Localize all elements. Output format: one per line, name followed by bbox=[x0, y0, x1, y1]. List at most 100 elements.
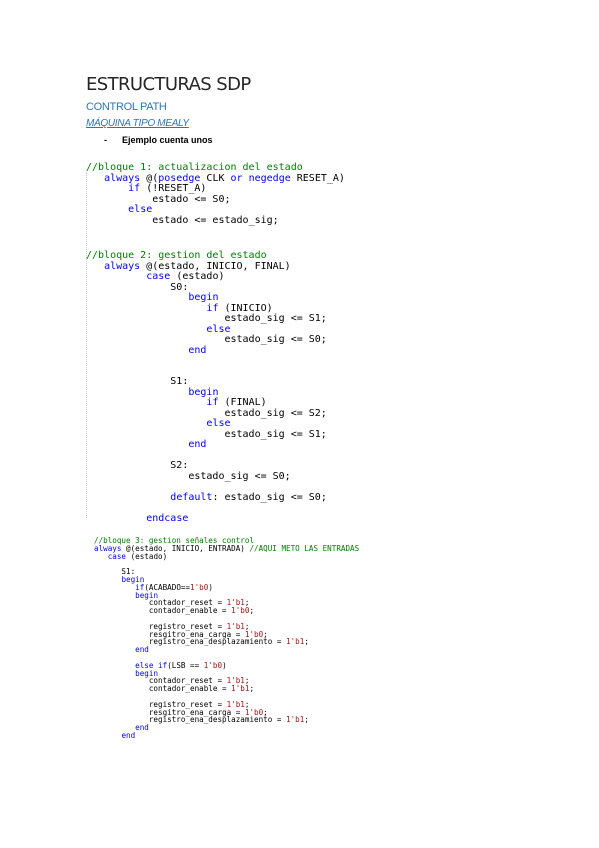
bullet-text: Ejemplo cuenta unos bbox=[122, 135, 213, 145]
code-token: ; bbox=[304, 715, 309, 725]
code-token: ) bbox=[208, 582, 213, 592]
code-line: estado_sig <= S1; bbox=[86, 313, 327, 324]
code-token: contador_enable = bbox=[94, 606, 232, 616]
code-token: (INICIO) bbox=[218, 302, 273, 314]
code-token: always bbox=[104, 172, 141, 184]
code-token: 1'b0 bbox=[203, 660, 223, 670]
code-token: ; bbox=[249, 684, 255, 694]
code-token: (estado) bbox=[126, 551, 168, 561]
code-line: end bbox=[94, 645, 149, 654]
code-line: if (FINAL) bbox=[86, 397, 267, 408]
code-token: else bbox=[206, 418, 231, 429]
code-line: end bbox=[86, 345, 206, 356]
code-token: S2: bbox=[86, 460, 189, 471]
code-line: always @(posedge CLK or negedge RESET_A) bbox=[86, 173, 345, 184]
code-line: case (estado) bbox=[94, 552, 167, 561]
code-line: estado_sig <= S0; bbox=[86, 334, 327, 345]
code-line: end bbox=[94, 731, 135, 740]
code-token: else bbox=[128, 204, 153, 215]
section-heading: CONTROL PATH bbox=[86, 101, 167, 113]
code-token: estado_sig <= S0; bbox=[86, 334, 327, 345]
code-token: ; bbox=[249, 606, 255, 616]
code-line: S1: bbox=[86, 376, 188, 387]
code-line: endcase bbox=[86, 513, 188, 524]
code-line: end bbox=[86, 439, 206, 450]
code-line: estado_sig <= S2; bbox=[86, 407, 327, 419]
code-token: estado <= S0; bbox=[86, 193, 231, 205]
code-token: default bbox=[170, 491, 213, 503]
code-token: end bbox=[135, 723, 149, 733]
code-token: S1: bbox=[86, 376, 189, 387]
code-token: 1'b1 bbox=[286, 637, 305, 647]
code-line: default: estado_sig <= S0; bbox=[86, 492, 327, 503]
code-token: estado_sig <= S0; bbox=[86, 470, 291, 482]
bullet-item: - Ejemplo cuenta unos bbox=[104, 135, 213, 145]
code-block-3: //bloque 3: gestion señales control alwa… bbox=[94, 537, 359, 740]
code-token: end bbox=[188, 344, 207, 356]
document-page: ESTRUCTURAS SDP CONTROL PATH MÁQUINA TIP… bbox=[0, 0, 599, 848]
code-token: case bbox=[146, 271, 171, 282]
code-block-1: //bloque 1: actualizacion del estado alw… bbox=[86, 162, 345, 226]
code-token: estado_sig <= S1; bbox=[86, 428, 327, 440]
code-line: case (estado) bbox=[86, 271, 225, 282]
subsection-heading: MÁQUINA TIPO MEALY bbox=[86, 118, 189, 129]
code-token: if bbox=[206, 397, 219, 408]
code-token: or bbox=[230, 172, 243, 184]
code-token: //bloque 2: gestion del estado bbox=[86, 250, 267, 261]
code-token: ) bbox=[222, 660, 227, 670]
code-line: contador_enable = 1'b1; bbox=[94, 684, 254, 693]
code-block-2: //bloque 2: gestion del estado always @(… bbox=[86, 250, 327, 524]
code-line: //bloque 2: gestion del estado bbox=[86, 250, 267, 261]
code-token: endcase bbox=[146, 512, 189, 524]
code-token: end bbox=[135, 645, 149, 655]
code-line: if (INICIO) bbox=[86, 302, 273, 314]
bullet-marker: - bbox=[104, 135, 107, 145]
code-line: else bbox=[86, 204, 152, 215]
code-token: case bbox=[107, 551, 127, 561]
code-line: //bloque 1: actualizacion del estado bbox=[86, 162, 303, 173]
code-token: : estado_sig <= S0; bbox=[212, 491, 327, 503]
code-token: estado_sig <= S1; bbox=[86, 313, 327, 324]
code-token: RESET_A) bbox=[290, 172, 345, 184]
code-line: estado_sig <= S1; bbox=[86, 428, 327, 440]
code-token: estado <= estado_sig; bbox=[86, 214, 279, 226]
code-token: end bbox=[121, 730, 136, 740]
document-title: ESTRUCTURAS SDP bbox=[86, 74, 251, 95]
code-token: ; bbox=[304, 637, 309, 647]
code-token: if bbox=[158, 660, 168, 670]
code-line: if (!RESET_A) bbox=[86, 183, 206, 194]
code-line: else bbox=[86, 324, 230, 335]
code-line: estado <= estado_sig; bbox=[86, 214, 279, 226]
code-token: 1'b1 bbox=[231, 684, 250, 694]
code-line: S0: bbox=[86, 282, 188, 293]
code-line: always @(estado, INICIO, FINAL) bbox=[86, 261, 291, 272]
code-token: (!RESET_A) bbox=[140, 183, 207, 194]
code-token: posedge bbox=[158, 172, 201, 184]
code-token: if bbox=[128, 183, 141, 194]
code-token: always bbox=[104, 260, 141, 272]
code-line: S2: bbox=[86, 460, 188, 471]
code-token: 1'b1 bbox=[286, 715, 305, 725]
code-line: begin bbox=[86, 387, 218, 398]
code-token: 1'b0 bbox=[190, 582, 209, 592]
code-token: negedge bbox=[248, 172, 291, 184]
code-token: estado_sig <= S2; bbox=[86, 407, 327, 419]
code-token: (FINAL) bbox=[218, 397, 267, 408]
code-token: (estado) bbox=[170, 271, 225, 282]
